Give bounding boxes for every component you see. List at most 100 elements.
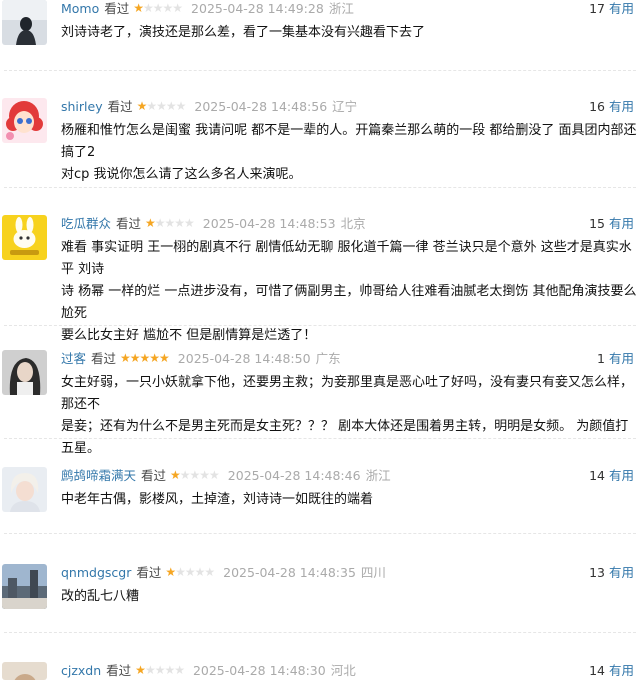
comment-time: 2025-04-28 14:48:53 <box>202 216 336 231</box>
star-filled-icon: ★ <box>135 663 146 677</box>
avatar[interactable] <box>2 0 47 45</box>
avatar[interactable] <box>2 467 47 512</box>
username-link[interactable]: 吃瓜群众 <box>61 216 111 231</box>
comment-time: 2025-04-28 14:48:56 <box>194 99 328 114</box>
star-empty-icon: ★★★★ <box>146 99 186 113</box>
comment-text: 改的乱七八糟 <box>61 589 140 604</box>
avatar[interactable] <box>2 564 47 609</box>
useful-votes: 14 有用 <box>589 467 634 485</box>
username-link[interactable]: shirley <box>61 99 103 114</box>
comment-divider <box>4 632 636 633</box>
comment-time: 2025-04-28 14:48:50 <box>177 351 311 366</box>
vote-count: 14 <box>589 663 605 678</box>
comment-item: shirley 看过 ★★★★★ 2025-04-28 14:48:56 辽宁 16… <box>0 98 640 182</box>
avatar[interactable] <box>2 350 47 395</box>
vote-count: 17 <box>589 1 605 16</box>
comment-item: 吃瓜群众 看过 ★★★★★ 2025-04-28 14:48:53 北京 15 有用… <box>0 215 640 343</box>
watch-status: 看过 <box>106 663 132 678</box>
vote-count: 16 <box>589 99 605 114</box>
vote-count: 1 <box>597 351 605 366</box>
comment-divider <box>4 187 636 188</box>
comment-divider <box>4 70 636 71</box>
avatar[interactable] <box>2 98 47 143</box>
comment-meta: 吃瓜群众 看过 ★★★★★ 2025-04-28 14:48:53 北京 <box>61 215 366 233</box>
comment-location: 河北 <box>330 663 356 678</box>
watch-status: 看过 <box>116 216 142 231</box>
useful-button[interactable]: 有用 <box>609 1 634 16</box>
comment-location: 四川 <box>360 565 386 580</box>
comment-text: 女主好弱，一只小妖就拿下他，还要男主救；为妾那里真是恶心吐了好吗，没有妻只有妾又… <box>61 375 634 456</box>
useful-votes: 14 有用 <box>589 662 634 680</box>
comment-time: 2025-04-28 14:48:35 <box>223 565 356 580</box>
comment-meta: Momo 看过 ★★★★★ 2025-04-28 14:49:28 浙江 <box>61 0 354 18</box>
username-link[interactable]: 鹧鸪啼霜满天 <box>61 468 136 483</box>
comment-meta: shirley 看过 ★★★★★ 2025-04-28 14:48:56 辽宁 <box>61 98 357 116</box>
comment-item: 过客 看过 ★★★★★ 2025-04-28 14:48:50 广东 1 有用 女主… <box>0 350 640 456</box>
useful-button[interactable]: 有用 <box>609 99 634 114</box>
useful-button[interactable]: 有用 <box>609 216 634 231</box>
rating-stars: ★★★★★ <box>135 661 185 679</box>
comment-location: 浙江 <box>328 1 354 16</box>
comment-item: 鹧鸪啼霜满天 看过 ★★★★★ 2025-04-28 14:48:46 浙江 14 … <box>0 467 640 517</box>
comment-text: 中老年古偶，影楼风，土掉渣，刘诗诗一如既往的端着 <box>61 492 374 507</box>
comment-location: 浙江 <box>365 468 391 483</box>
comment-time: 2025-04-28 14:48:30 <box>192 663 326 678</box>
star-empty-icon: ★★★★ <box>154 216 195 230</box>
useful-votes: 17 有用 <box>589 0 634 18</box>
comment-text: 难看 事实证明 王一栩的剧真不行 剧情低幼无聊 服化道千篇一律 苍兰诀只是个意外… <box>61 240 637 343</box>
star-filled-icon: ★ <box>170 468 181 482</box>
avatar[interactable] <box>2 215 47 260</box>
star-filled-icon: ★ <box>136 99 148 113</box>
watch-status: 看过 <box>104 1 130 16</box>
useful-button[interactable]: 有用 <box>609 565 634 580</box>
rating-stars: ★★★★★ <box>133 0 183 17</box>
rating-stars: ★★★★★ <box>145 214 195 232</box>
useful-button[interactable]: 有用 <box>609 351 634 366</box>
star-filled-icon: ★ <box>133 1 144 15</box>
username-link[interactable]: Momo <box>61 1 99 16</box>
comment-text: 杨雁和惟竹怎么是闺蜜 我请问呢 都不是一辈的人。开篇秦兰那么萌的一段 都给删没了… <box>61 123 637 182</box>
star-empty-icon: ★★★★ <box>144 663 185 677</box>
comment-item: cjzxdn 看过 ★★★★★ 2025-04-28 14:48:30 河北 14 … <box>0 662 640 680</box>
comment-time: 2025-04-28 14:48:46 <box>227 468 361 483</box>
username-link[interactable]: cjzxdn <box>61 663 101 678</box>
comment-item: Momo 看过 ★★★★★ 2025-04-28 14:49:28 浙江 17 有用… <box>0 0 640 60</box>
comment-text: 刘诗诗老了，演技还是那么差，看了一集基本没有兴趣看下去了 <box>61 25 426 40</box>
watch-status: 看过 <box>141 468 167 483</box>
username-link[interactable]: 过客 <box>61 351 86 366</box>
useful-votes: 16 有用 <box>589 98 634 116</box>
rating-stars: ★★★★★ <box>120 349 170 367</box>
rating-stars: ★★★★★ <box>170 466 220 484</box>
comment-item: qnmdgscgr 看过 ★★★★★ 2025-04-28 14:48:35 四川 … <box>0 564 640 614</box>
star-filled-icon: ★ <box>145 216 156 230</box>
useful-votes: 15 有用 <box>589 215 634 233</box>
comment-location: 广东 <box>315 351 341 366</box>
vote-count: 13 <box>589 565 605 580</box>
star-empty-icon: ★★★★ <box>179 468 220 482</box>
star-empty-icon: ★★★★ <box>143 1 183 15</box>
comment-divider <box>4 533 636 534</box>
comment-meta: cjzxdn 看过 ★★★★★ 2025-04-28 14:48:30 河北 <box>61 662 356 680</box>
rating-stars: ★★★★★ <box>165 563 215 581</box>
comment-divider <box>4 325 636 326</box>
useful-button[interactable]: 有用 <box>609 468 634 483</box>
comment-time: 2025-04-28 14:49:28 <box>191 1 324 16</box>
star-filled-icon: ★★★★★ <box>120 351 170 365</box>
comment-divider <box>4 438 636 439</box>
useful-button[interactable]: 有用 <box>609 663 634 678</box>
watch-status: 看过 <box>107 99 133 114</box>
star-filled-icon: ★ <box>165 565 176 579</box>
username-link[interactable]: qnmdgscgr <box>61 565 131 580</box>
comment-meta: qnmdgscgr 看过 ★★★★★ 2025-04-28 14:48:35 四川 <box>61 564 386 582</box>
vote-count: 14 <box>589 468 605 483</box>
comment-location: 北京 <box>340 216 366 231</box>
watch-status: 看过 <box>91 351 117 366</box>
comment-meta: 鹧鸪啼霜满天 看过 ★★★★★ 2025-04-28 14:48:46 浙江 <box>61 467 391 485</box>
comment-location: 辽宁 <box>332 99 358 114</box>
useful-votes: 13 有用 <box>589 564 634 582</box>
star-empty-icon: ★★★★ <box>175 565 215 579</box>
watch-status: 看过 <box>136 565 162 580</box>
comment-meta: 过客 看过 ★★★★★ 2025-04-28 14:48:50 广东 <box>61 350 341 368</box>
avatar[interactable] <box>2 662 47 680</box>
vote-count: 15 <box>589 216 605 231</box>
